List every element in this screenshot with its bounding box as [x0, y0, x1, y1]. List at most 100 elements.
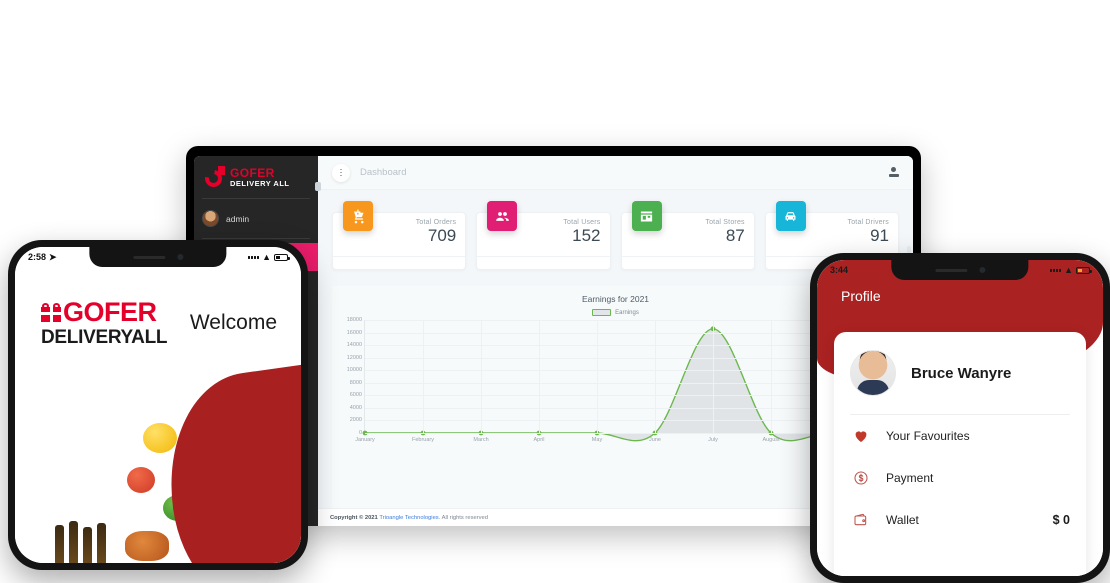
- gridline-horizontal: [365, 407, 887, 409]
- avatar: [202, 210, 219, 227]
- sidebar-scrollbar[interactable]: [315, 182, 321, 252]
- y-axis-tick: 8000: [349, 379, 362, 386]
- bottle-3: [83, 527, 92, 563]
- earnings-area-series: [362, 326, 890, 433]
- phone-notch: [891, 260, 1029, 280]
- profile-menu-item-favourites[interactable]: Your Favourites: [850, 415, 1070, 457]
- y-axis-tick: 0: [358, 430, 362, 436]
- stat-card-total-stores[interactable]: Total Stores 87: [620, 201, 755, 270]
- user-icon[interactable]: [888, 167, 899, 178]
- bottle-2: [69, 521, 78, 563]
- legend-swatch-earnings: [592, 309, 612, 316]
- brand-name: GOFER: [230, 165, 275, 180]
- signal-icon: [248, 255, 260, 259]
- gridline-horizontal: [365, 370, 887, 372]
- profile-menu-item-payment[interactable]: Payment: [850, 457, 1070, 499]
- footer-company-link[interactable]: Trioangle Technologies: [379, 515, 438, 521]
- stat-card-total-users[interactable]: Total Users 152: [476, 201, 611, 270]
- y-axis-tick: 14000: [346, 342, 362, 349]
- profile-page-title: Profile: [841, 288, 881, 304]
- wifi-icon: ▲: [1064, 264, 1073, 275]
- x-axis-tick: March: [473, 437, 489, 443]
- yellow-pepper: [143, 423, 177, 453]
- y-axis-tick: 12000: [346, 354, 362, 361]
- welcome-header: GOFER DELIVERYALL Welcome: [15, 299, 301, 347]
- x-axis-tick: February: [411, 437, 435, 443]
- y-axis-tick: 10000: [346, 367, 362, 374]
- profile-menu-item-wallet[interactable]: Wallet $ 0: [850, 499, 1070, 541]
- gofer-logo: GOFER DELIVERYALL: [41, 297, 168, 348]
- phone-left-device: 2:58 ➤ ▲ GOFER DELIVERYALL Welcome: [8, 240, 308, 570]
- gridline-vertical: [539, 320, 540, 433]
- grilled-food: [125, 531, 169, 561]
- profile-menu-label: Wallet: [886, 513, 919, 527]
- sidebar-user[interactable]: admin: [194, 199, 318, 238]
- phone-notch: [89, 247, 227, 267]
- y-axis-tick: 18000: [346, 317, 362, 323]
- x-axis-tick: August: [762, 437, 780, 443]
- wallet-balance: $ 0: [1052, 513, 1070, 527]
- x-axis-tick: July: [708, 437, 718, 443]
- x-axis-tick: June: [649, 437, 661, 443]
- x-axis-tick: January: [355, 437, 375, 443]
- brand-tagline: DELIVERY ALL: [230, 178, 290, 188]
- profile-menu-label: Payment: [886, 471, 934, 485]
- car-icon: [775, 201, 806, 231]
- legend-label-earnings: Earnings: [615, 309, 639, 316]
- gridline-horizontal: [365, 395, 887, 397]
- camera-icon: [978, 267, 985, 273]
- status-time: 3:44: [830, 265, 849, 275]
- dashboard-topbar: Dashboard: [318, 156, 913, 190]
- gridline-vertical: [423, 320, 424, 433]
- sidebar-divider-2: [202, 238, 310, 239]
- tomato-1: [127, 467, 155, 493]
- profile-menu-label: Your Favourites: [886, 429, 970, 443]
- gridline-horizontal: [365, 433, 887, 434]
- location-arrow-icon: ➤: [49, 251, 57, 262]
- gridline-horizontal: [365, 357, 887, 359]
- menu-toggle-button[interactable]: [332, 163, 350, 182]
- gofer-logo-icon: [201, 166, 226, 191]
- stat-card-total-orders[interactable]: Total Orders 709: [332, 201, 467, 270]
- profile-user-name: Bruce Wanyre: [911, 364, 1012, 382]
- gridline-vertical: [771, 320, 772, 433]
- y-axis-tick: 16000: [346, 329, 362, 336]
- stat-card-footer: [333, 256, 466, 269]
- y-axis-tick: 6000: [349, 392, 362, 399]
- gridline-vertical: [597, 320, 598, 433]
- x-axis-tick: April: [533, 437, 545, 443]
- profile-user[interactable]: Bruce Wanyre: [850, 350, 1070, 396]
- topbar-actions: [888, 167, 899, 178]
- dots-vertical-icon: [340, 168, 342, 177]
- bottle-1: [55, 525, 64, 563]
- store-icon: [631, 201, 662, 231]
- camera-icon: [176, 254, 183, 260]
- gridline-vertical: [713, 320, 714, 433]
- stat-card-footer: [621, 256, 754, 269]
- profile-card: Bruce Wanyre Your Favourites Payment Wal…: [834, 332, 1086, 576]
- logo-top-text: GOFER: [63, 297, 157, 327]
- avatar: [850, 350, 896, 396]
- stat-card-footer: [477, 256, 610, 269]
- food-illustration: [15, 363, 301, 563]
- logo-bottom-text: DELIVERYALL: [41, 327, 168, 348]
- gridline-horizontal: [365, 320, 887, 321]
- speaker-icon: [132, 255, 165, 259]
- users-icon: [487, 201, 518, 231]
- welcome-screen: 2:58 ➤ ▲ GOFER DELIVERYALL Welcome: [15, 247, 301, 563]
- gift-box-icon: [41, 303, 61, 322]
- battery-icon: [1076, 266, 1092, 274]
- gridline-horizontal: [365, 382, 887, 384]
- plot-area: 0 2000 4000 6000 8000 10000 12000 14000 16000 180…: [347, 317, 897, 443]
- status-time: 2:58: [28, 252, 47, 262]
- gridline-horizontal: [365, 345, 887, 347]
- bottle-4: [97, 523, 106, 563]
- shopping-cart-icon: [343, 201, 373, 231]
- sidebar-scrollbar-thumb[interactable]: [315, 182, 321, 191]
- phone-right-device: 3:44 ▲ Profile Bruce Wanyre Your Favouri…: [810, 253, 1110, 583]
- y-axis-tick: 2000: [349, 417, 362, 424]
- gridline-horizontal: [365, 332, 887, 334]
- heart-icon: [852, 428, 870, 444]
- footer-copyright: Copyright © 2021: [330, 514, 378, 521]
- gridline-vertical: [655, 320, 656, 433]
